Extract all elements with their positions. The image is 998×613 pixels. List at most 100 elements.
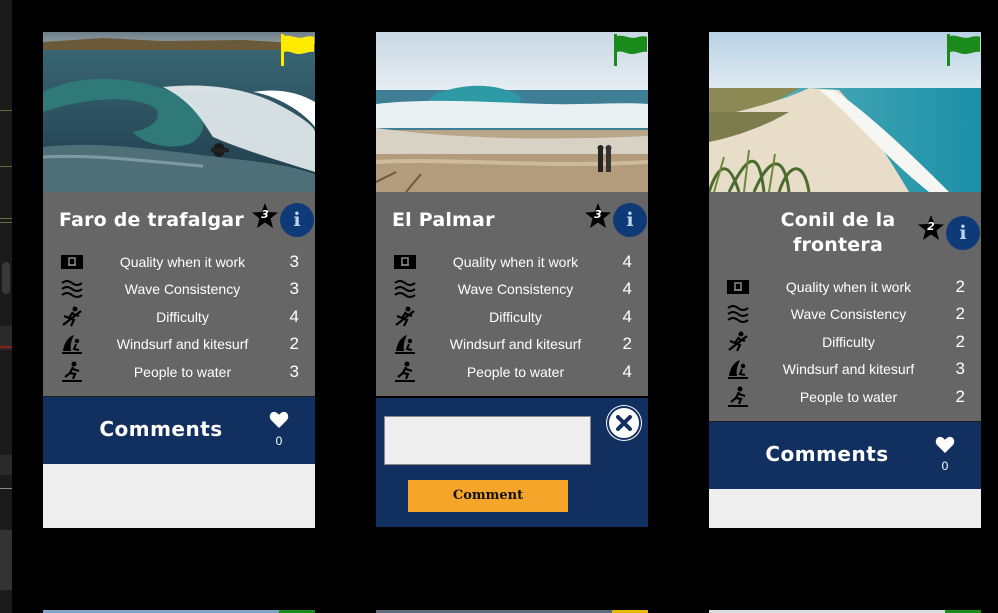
stat-row-quality: Quality when it work 4 <box>392 248 632 276</box>
stat-label: Quality when it work <box>119 253 246 270</box>
stat-label: Quality when it work <box>785 278 912 295</box>
difficulty-icon <box>395 306 415 327</box>
stat-label: Windsurf and kitesurf <box>782 361 915 378</box>
wave-icon <box>61 280 83 299</box>
stat-value: 2 <box>955 386 965 406</box>
difficulty-icon <box>728 331 748 352</box>
spot-photo <box>43 32 315 192</box>
people-icon <box>62 361 82 382</box>
stat-value: 4 <box>622 361 632 381</box>
stat-label: Difficulty <box>156 308 209 325</box>
wave-icon <box>394 280 416 299</box>
submit-comment-button[interactable]: Comment <box>408 479 568 512</box>
rank-number: 3 <box>261 208 269 221</box>
stat-label: Wave Consistency <box>457 281 574 298</box>
stat-value: 2 <box>289 334 299 354</box>
spot-photo <box>376 32 648 192</box>
spot-info-panel: El Palmar 3 i Quality when it work 4 Wav… <box>376 192 648 396</box>
quality-icon <box>727 279 749 294</box>
stat-row-people: People to water 4 <box>392 358 632 386</box>
comments-label[interactable]: Comments <box>43 417 279 441</box>
stat-row-consistency: Wave Consistency 2 <box>725 301 965 329</box>
next-card-peek <box>376 604 648 613</box>
info-button[interactable]: i <box>280 203 314 237</box>
flag-icon <box>947 34 980 66</box>
close-icon <box>616 414 632 431</box>
windsurf-icon <box>395 335 415 355</box>
difficulty-icon <box>62 306 82 327</box>
star-rank-icon: 3 <box>251 202 279 230</box>
stat-value: 2 <box>955 276 965 296</box>
stat-row-difficulty: Difficulty 4 <box>392 303 632 331</box>
windsurf-icon <box>728 360 748 380</box>
stat-value: 3 <box>289 361 299 381</box>
heart-icon[interactable] <box>269 411 289 429</box>
stat-row-windsurf: Windsurf and kitesurf 2 <box>392 331 632 359</box>
stat-label: Wave Consistency <box>124 281 241 298</box>
stat-value: 2 <box>955 331 965 351</box>
spot-card-faro-de-trafalgar: Faro de trafalgar 3 i Quality when it wo… <box>43 32 315 528</box>
stat-label: People to water <box>133 363 232 380</box>
info-icon: i <box>626 209 634 231</box>
stat-value: 3 <box>289 251 299 271</box>
surf-spots-page: Faro de trafalgar 3 i Quality when it wo… <box>0 0 998 613</box>
stat-label: Windsurf and kitesurf <box>116 336 249 353</box>
next-card-peek <box>43 604 315 613</box>
comment-input[interactable] <box>384 415 591 465</box>
stat-row-quality: Quality when it work 3 <box>59 248 299 276</box>
like-count: 0 <box>941 458 949 473</box>
wave-icon <box>727 305 749 324</box>
stat-row-difficulty: Difficulty 2 <box>725 328 965 356</box>
close-comment-button[interactable] <box>607 405 641 440</box>
quality-icon <box>394 254 416 269</box>
star-rank-icon: 3 <box>584 202 612 230</box>
spot-card-conil-de-la-frontera: Conil de la frontera 2 i Quality when it… <box>709 32 981 528</box>
comments-toggle-bar[interactable]: Comments 0 <box>709 420 981 489</box>
info-button[interactable]: i <box>613 203 647 237</box>
quality-icon <box>61 254 83 269</box>
spot-title: Conil de la frontera <box>780 208 896 256</box>
stat-label: People to water <box>799 388 898 405</box>
spot-card-el-palmar: El Palmar 3 i Quality when it work 4 Wav… <box>376 32 648 527</box>
stat-row-consistency: Wave Consistency 3 <box>59 276 299 304</box>
comments-area <box>43 463 315 528</box>
people-icon <box>395 361 415 382</box>
stat-row-consistency: Wave Consistency 4 <box>392 276 632 304</box>
stat-label: Wave Consistency <box>790 306 907 323</box>
spot-info-panel: Faro de trafalgar 3 i Quality when it wo… <box>43 192 315 396</box>
comments-toggle-bar[interactable]: Comments 0 <box>43 395 315 464</box>
stat-label: Windsurf and kitesurf <box>449 336 582 353</box>
stat-row-quality: Quality when it work 2 <box>725 273 965 301</box>
rank-number: 2 <box>927 220 935 233</box>
flag-icon <box>614 34 647 66</box>
info-button[interactable]: i <box>946 216 980 250</box>
stat-value: 2 <box>955 304 965 324</box>
star-rank-icon: 2 <box>917 214 945 242</box>
stat-value: 4 <box>622 279 632 299</box>
spot-photo <box>709 32 981 192</box>
stat-row-difficulty: Difficulty 4 <box>59 303 299 331</box>
stat-row-windsurf: Windsurf and kitesurf 3 <box>725 356 965 384</box>
heart-icon[interactable] <box>935 436 955 454</box>
info-icon: i <box>959 222 967 244</box>
comment-form: Comment <box>376 395 648 527</box>
stat-label: Quality when it work <box>452 253 579 270</box>
stat-value: 3 <box>289 279 299 299</box>
people-icon <box>728 386 748 407</box>
stat-row-people: People to water 3 <box>59 358 299 386</box>
like-count: 0 <box>275 433 283 448</box>
info-icon: i <box>293 209 301 231</box>
stat-label: Difficulty <box>822 333 875 350</box>
comments-area <box>709 488 981 528</box>
next-card-peek <box>709 604 981 613</box>
rank-number: 3 <box>594 208 602 221</box>
stat-value: 2 <box>622 334 632 354</box>
stat-row-people: People to water 2 <box>725 383 965 411</box>
windsurf-icon <box>62 335 82 355</box>
stat-value: 4 <box>289 306 299 326</box>
spot-title: Faro de trafalgar <box>59 209 244 231</box>
left-edge-strip <box>0 0 12 613</box>
stat-value: 4 <box>622 306 632 326</box>
comments-label[interactable]: Comments <box>709 442 945 466</box>
spot-info-panel: Conil de la frontera 2 i Quality when it… <box>709 192 981 421</box>
